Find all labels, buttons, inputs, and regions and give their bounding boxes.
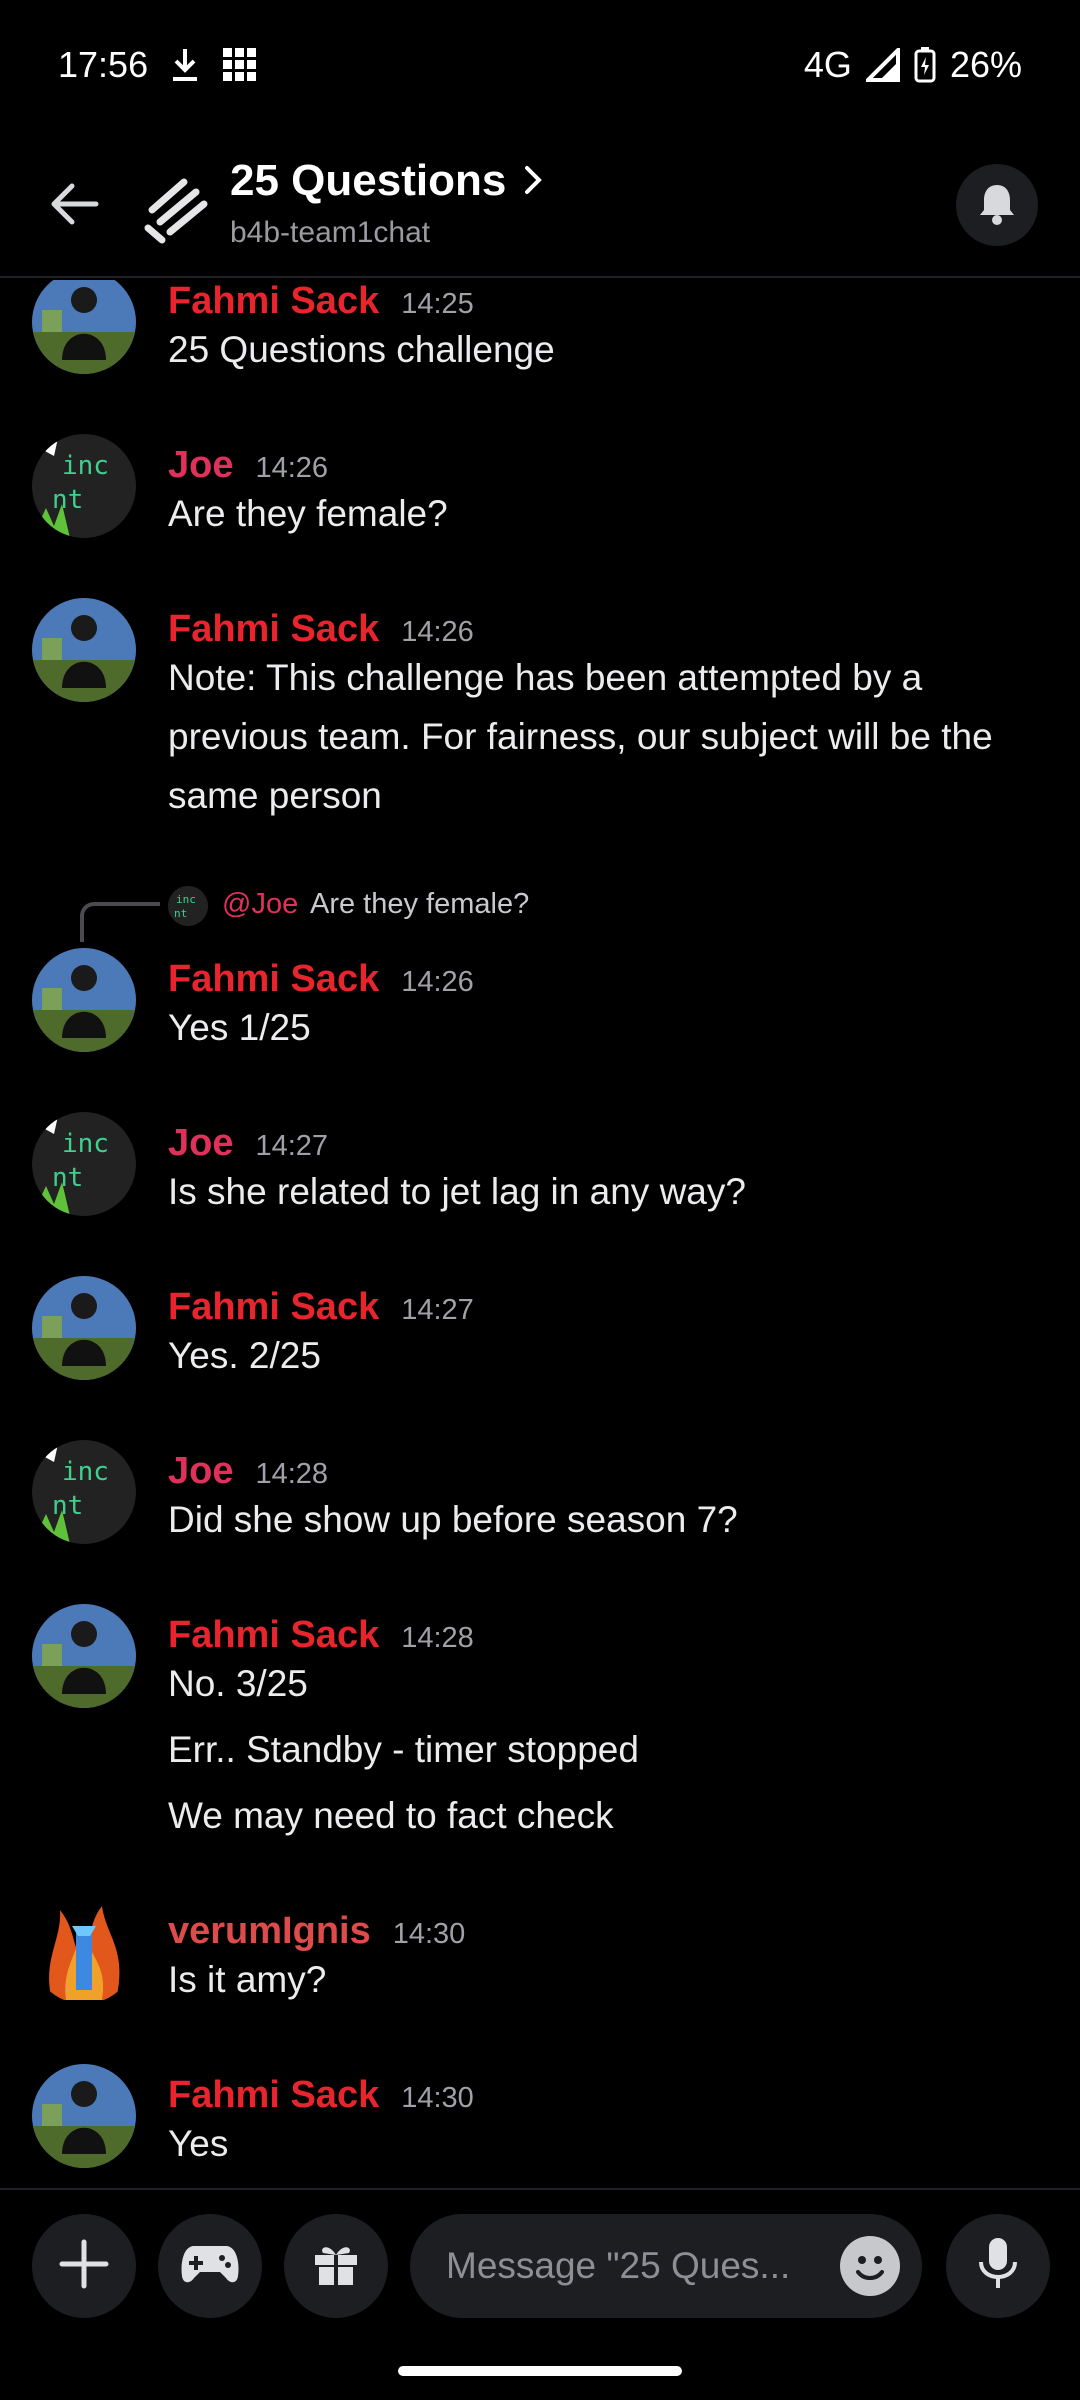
plus-icon — [58, 2238, 110, 2295]
message-time: 14:25 — [401, 288, 474, 320]
channel-title[interactable]: 25 Questions — [230, 156, 543, 206]
back-arrow-icon[interactable] — [40, 170, 108, 238]
status-time: 17:56 — [58, 44, 149, 85]
avatar-fahmi-sack[interactable] — [32, 948, 136, 1052]
author-name[interactable]: Joe — [168, 1450, 233, 1493]
avatar-fahmi-sack[interactable] — [32, 1276, 136, 1380]
author-name[interactable]: Fahmi Sack — [168, 1286, 379, 1329]
svg-text:inc: inc — [62, 1457, 109, 1487]
svg-text:inc: inc — [62, 1129, 109, 1159]
voice-message-button[interactable] — [946, 2214, 1050, 2318]
message-text: Are they female? — [168, 493, 448, 534]
author-name[interactable]: Fahmi Sack — [168, 608, 379, 651]
message-time: 14:26 — [255, 452, 329, 484]
reply-avatar: inc nt — [168, 886, 208, 926]
message-item[interactable]: inc nt Joe 14:26 Are they female? — [0, 434, 1080, 544]
message-text: Yes. 2/25 — [168, 1335, 321, 1376]
message-time: 14:27 — [401, 1294, 474, 1326]
message-item[interactable]: Fahmi Sack 14:26 Note: This challenge ha… — [0, 598, 1080, 828]
message-text: We may need to fact check — [168, 1795, 614, 1836]
message-text: 25 Questions challenge — [168, 329, 555, 370]
microphone-icon — [976, 2236, 1020, 2297]
author-name[interactable]: Fahmi Sack — [168, 958, 379, 1001]
avatar-fahmi-sack[interactable] — [32, 280, 136, 374]
message-text: Note: This challenge has been attempted … — [168, 657, 993, 816]
message-item[interactable]: Fahmi Sack 14:25 25 Questions challenge — [0, 280, 1080, 374]
avatar-fahmi-sack[interactable] — [32, 1604, 136, 1708]
thread-icon — [140, 170, 216, 246]
gamepad-icon — [180, 2242, 240, 2291]
message-input-placeholder: Message "25 Ques... — [446, 2245, 791, 2286]
author-name[interactable]: Fahmi Sack — [168, 1614, 379, 1657]
battery-percent: 26% — [949, 44, 1022, 85]
author-name[interactable]: Fahmi Sack — [168, 2074, 379, 2117]
add-attachment-button[interactable] — [32, 2214, 136, 2318]
message-text: Err.. Standby - timer stopped — [168, 1729, 639, 1770]
parent-channel-name: b4b-team1chat — [230, 216, 431, 249]
chevron-right-icon — [524, 156, 543, 206]
reply-preview[interactable]: inc nt @Joe Are they female? — [0, 880, 1080, 942]
avatar-fahmi-sack[interactable] — [32, 598, 136, 702]
avatar-joe[interactable]: inc nt — [32, 1440, 136, 1544]
author-name[interactable]: Joe — [168, 1122, 233, 1165]
svg-text:inc: inc — [176, 893, 196, 906]
avatar-joe[interactable]: inc nt — [32, 434, 136, 538]
svg-text:nt: nt — [52, 1491, 83, 1521]
reply-text: Are they female? — [310, 888, 530, 920]
message-time: 14:30 — [392, 1918, 466, 1950]
message-item[interactable]: inc nt Joe 14:27 Is she related to jet la… — [0, 1112, 1080, 1222]
message-text: Is she related to jet lag in any way? — [168, 1171, 746, 1212]
message-time: 14:28 — [401, 1622, 474, 1654]
message-item[interactable]: inc nt @Joe Are they female? Fahmi Sack 1… — [0, 880, 1080, 1070]
app-grid-icon — [222, 47, 258, 83]
avatar-joe[interactable]: inc nt — [32, 1112, 136, 1216]
gift-button[interactable] — [284, 2214, 388, 2318]
author-name[interactable]: verumIgnis — [168, 1910, 371, 1953]
message-time: 14:26 — [401, 966, 474, 998]
message-time: 14:28 — [255, 1458, 329, 1490]
channel-title-text: 25 Questions — [230, 156, 507, 205]
message-text: Yes 1/25 — [168, 1007, 311, 1048]
channel-header: 25 Questions b4b-team1chat — [0, 130, 1080, 278]
svg-text:nt: nt — [174, 907, 187, 920]
message-time: 14:26 — [401, 616, 474, 648]
message-item[interactable]: verumIgnis 14:30 Is it amy? — [0, 1900, 1080, 2010]
message-time: 14:30 — [401, 2082, 474, 2114]
gift-icon — [311, 2239, 361, 2294]
message-time: 14:27 — [255, 1130, 329, 1162]
composer-bar: Message "25 Ques... — [0, 2188, 1080, 2338]
svg-text:nt: nt — [52, 485, 83, 515]
message-item[interactable]: Fahmi Sack 14:27 Yes. 2/25 — [0, 1276, 1080, 1386]
message-text: No. 3/25 — [168, 1663, 308, 1704]
message-item[interactable]: Fahmi Sack 14:28 No. 3/25 Err.. Standby … — [0, 1604, 1080, 1844]
message-text: Is it amy? — [168, 1959, 327, 2000]
emoji-picker-icon[interactable] — [840, 2236, 900, 2296]
app-root: 17:56 4G 26% 25 Questions b4b-team1chat … — [0, 0, 1080, 2400]
message-text: Did she show up before season 7? — [168, 1499, 738, 1540]
battery-icon — [914, 47, 936, 83]
signal-icon — [865, 48, 900, 82]
author-name[interactable]: Fahmi Sack — [168, 280, 379, 323]
status-bar: 17:56 4G 26% — [0, 0, 1080, 130]
message-list[interactable]: Fahmi Sack 14:25 25 Questions challenge … — [0, 280, 1080, 2185]
reply-connector — [80, 902, 160, 942]
reply-mention[interactable]: @Joe — [222, 888, 298, 921]
message-item[interactable]: Fahmi Sack 14:30 Yes — [0, 2064, 1080, 2174]
message-text: Yes — [168, 2123, 229, 2164]
message-input[interactable]: Message "25 Ques... — [410, 2214, 922, 2318]
avatar-verumignis[interactable] — [32, 1900, 136, 2004]
svg-text:nt: nt — [52, 1163, 83, 1193]
bell-icon — [977, 181, 1017, 230]
download-icon — [170, 47, 200, 83]
message-item[interactable]: inc nt Joe 14:28 Did she show up before s… — [0, 1440, 1080, 1550]
network-label: 4G — [803, 44, 852, 85]
home-indicator[interactable] — [398, 2366, 682, 2376]
notification-bell-button[interactable] — [956, 164, 1038, 246]
author-name[interactable]: Joe — [168, 444, 233, 487]
avatar-fahmi-sack[interactable] — [32, 2064, 136, 2168]
activities-button[interactable] — [158, 2214, 262, 2318]
svg-text:inc: inc — [62, 451, 109, 481]
